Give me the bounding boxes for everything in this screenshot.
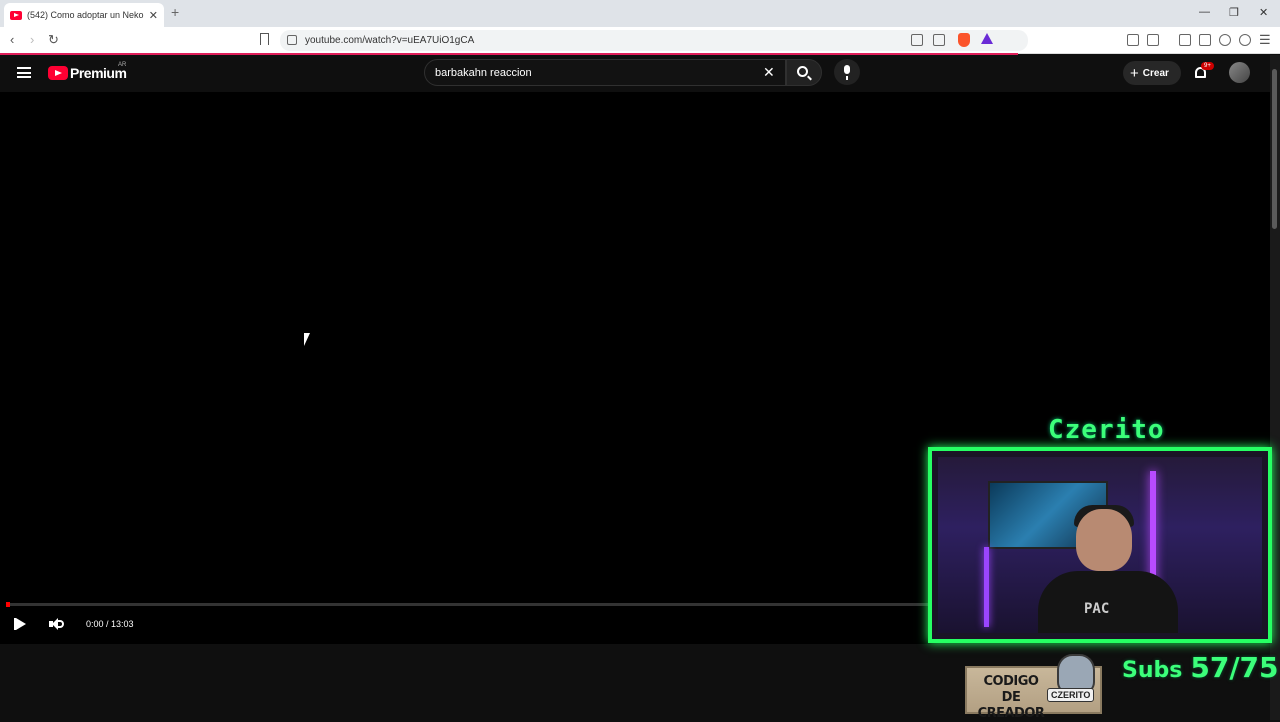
plus-icon: + xyxy=(1130,64,1139,82)
webcam-feed: PAC xyxy=(938,457,1262,633)
url-text: youtube.com/watch?v=uEA7UiO1gCA xyxy=(305,35,475,46)
brave-shields-icon[interactable] xyxy=(958,33,970,47)
sidebar-icon[interactable] xyxy=(1179,34,1191,46)
new-tab-button[interactable]: + xyxy=(171,4,179,20)
minimize-button[interactable]: — xyxy=(1199,6,1210,18)
search-input[interactable]: barbakahn reaccion xyxy=(424,59,786,86)
clear-search-button[interactable]: ✕ xyxy=(763,64,775,81)
wallet-icon[interactable] xyxy=(1199,34,1211,46)
video-progress-bar[interactable] xyxy=(6,602,928,607)
create-button[interactable]: + Crear xyxy=(1123,61,1181,85)
close-window-button[interactable]: ✕ xyxy=(1259,6,1268,19)
mouse-cursor-icon xyxy=(304,333,310,346)
browser-toolbar: ‹ › ↻ youtube.com/watch?v=uEA7UiO1gCA ☰ xyxy=(0,27,1280,54)
youtube-header: Premium AR barbakahn reaccion ✕ + Crear … xyxy=(0,55,1270,92)
vpn-icon[interactable] xyxy=(1239,34,1251,46)
reload-icon[interactable]: ↻ xyxy=(48,32,59,48)
cast-icon[interactable] xyxy=(911,34,923,46)
creator-code-badge: CODIGO DE CREADOR CZERITO xyxy=(965,654,1102,721)
subs-label: Subs xyxy=(1122,658,1183,683)
notifications-badge: 9+ xyxy=(1201,62,1214,70)
video-time: 0:00 / 13:03 xyxy=(86,619,134,629)
progress-scrubber[interactable] xyxy=(6,602,10,607)
tab-close-button[interactable]: ✕ xyxy=(149,9,158,22)
search-icon xyxy=(797,66,808,77)
scrollbar-thumb[interactable] xyxy=(1272,69,1277,229)
creator-code-tag: CZERITO xyxy=(1047,688,1095,702)
creator-code-text: CODIGO DE CREADOR xyxy=(971,674,1051,722)
led-light xyxy=(984,547,989,627)
restore-button[interactable]: ❐ xyxy=(1229,6,1239,19)
creator-code-line1: CODIGO xyxy=(983,674,1039,689)
sound-wave-icon xyxy=(58,620,64,628)
youtube-logo-icon[interactable] xyxy=(48,66,68,80)
play-pause-button[interactable] xyxy=(16,618,26,630)
back-icon[interactable]: ‹ xyxy=(10,32,14,47)
streamer-person: PAC xyxy=(1018,505,1178,633)
volume-button[interactable] xyxy=(49,618,64,630)
account-avatar[interactable] xyxy=(1229,62,1250,83)
share-icon[interactable] xyxy=(933,34,945,46)
forward-icon[interactable]: › xyxy=(30,32,34,47)
bookmark-icon[interactable] xyxy=(260,33,269,45)
extensions-icon[interactable] xyxy=(1127,34,1139,46)
leo-ai-icon[interactable] xyxy=(1219,34,1231,46)
webcam-frame: PAC xyxy=(928,447,1272,643)
shirt-print: PAC xyxy=(1084,601,1110,617)
search-button[interactable] xyxy=(786,59,822,86)
browser-tab[interactable]: (542) Como adoptar un Neko c ✕ xyxy=(4,3,164,27)
creator-code-line2: DE CREADOR xyxy=(977,690,1045,721)
guide-menu-icon[interactable] xyxy=(17,67,31,78)
tab-title: (542) Como adoptar un Neko c xyxy=(27,10,145,20)
streamer-head xyxy=(1076,509,1132,571)
voice-search-button[interactable] xyxy=(834,59,860,85)
site-info-icon[interactable] xyxy=(287,35,297,45)
create-label: Crear xyxy=(1142,67,1169,79)
brave-rewards-icon[interactable] xyxy=(981,33,993,44)
subs-goal: Subs 57/75 xyxy=(1122,651,1279,684)
menu-icon[interactable]: ☰ xyxy=(1259,32,1271,48)
browser-tab-bar: (542) Como adoptar un Neko c ✕ + — ❐ ✕ xyxy=(0,0,1280,27)
puzzle-icon[interactable] xyxy=(1147,34,1159,46)
country-code: AR xyxy=(118,62,127,68)
streamer-name: Czerito xyxy=(1048,415,1165,445)
subs-count: 57/75 xyxy=(1190,651,1279,684)
youtube-favicon-icon xyxy=(10,10,22,20)
